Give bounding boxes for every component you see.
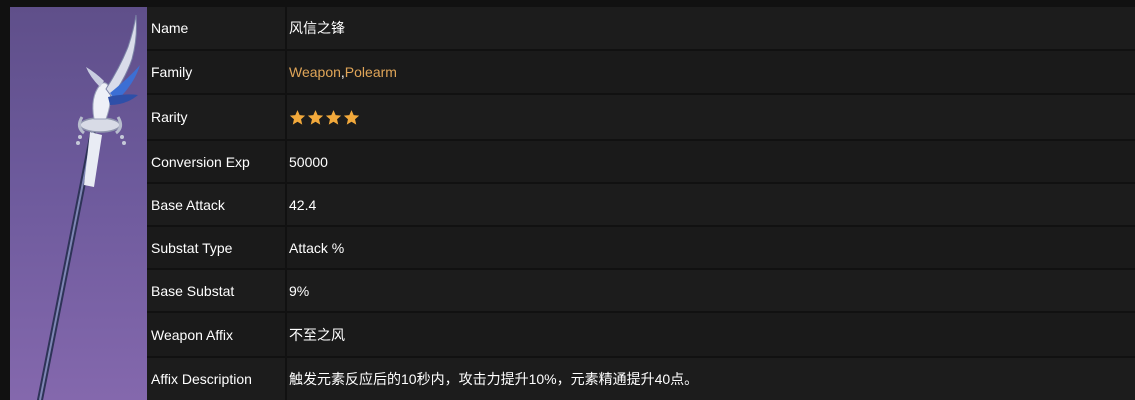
family-link-polearm[interactable]: Polearm xyxy=(345,64,397,80)
star-icon xyxy=(307,109,324,125)
rarity-value xyxy=(287,95,1135,139)
substat-type-label: Substat Type xyxy=(147,227,285,268)
row-base-substat: Base Substat 9% xyxy=(147,270,1135,311)
row-weapon-affix: Weapon Affix 不至之风 xyxy=(147,313,1135,356)
weapon-affix-value: 不至之风 xyxy=(287,313,1135,356)
weapon-portrait xyxy=(10,7,147,400)
weapon-affix-label: Weapon Affix xyxy=(147,313,285,356)
family-link-weapon[interactable]: Weapon xyxy=(289,64,341,80)
weapon-infobox: Name 风信之锋 Family Weapon, Polearm Rarity Conve… xyxy=(0,0,1135,400)
row-rarity: Rarity xyxy=(147,95,1135,139)
substat-type-value: Attack % xyxy=(287,227,1135,268)
base-attack-label: Base Attack xyxy=(147,184,285,225)
star-icon xyxy=(325,109,342,125)
family-label: Family xyxy=(147,51,285,93)
base-attack-value: 42.4 xyxy=(287,184,1135,225)
base-substat-label: Base Substat xyxy=(147,270,285,311)
base-substat-value: 9% xyxy=(287,270,1135,311)
conversion-exp-label: Conversion Exp xyxy=(147,141,285,182)
affix-description-label: Affix Description xyxy=(147,358,285,400)
family-value: Weapon, Polearm xyxy=(287,51,1135,93)
polearm-weapon-image xyxy=(37,14,140,400)
row-affix-description: Affix Description 触发元素反应后的10秒内，攻击力提升10%，元… xyxy=(147,358,1135,400)
conversion-exp-value: 50000 xyxy=(287,141,1135,182)
row-conversion-exp: Conversion Exp 50000 xyxy=(147,141,1135,182)
star-icon xyxy=(289,109,306,125)
rarity-label: Rarity xyxy=(147,95,285,139)
rarity-stars xyxy=(289,109,360,126)
row-name: Name 风信之锋 xyxy=(147,7,1135,49)
star-icon xyxy=(343,109,360,125)
row-base-attack: Base Attack 42.4 xyxy=(147,184,1135,225)
name-label: Name xyxy=(147,7,285,49)
row-substat-type: Substat Type Attack % xyxy=(147,227,1135,268)
name-value: 风信之锋 xyxy=(287,7,1135,49)
row-family: Family Weapon, Polearm xyxy=(147,51,1135,93)
weapon-info-table: Name 风信之锋 Family Weapon, Polearm Rarity Conve… xyxy=(147,7,1135,400)
affix-description-value: 触发元素反应后的10秒内，攻击力提升10%，元素精通提升40点。 xyxy=(287,358,1135,400)
